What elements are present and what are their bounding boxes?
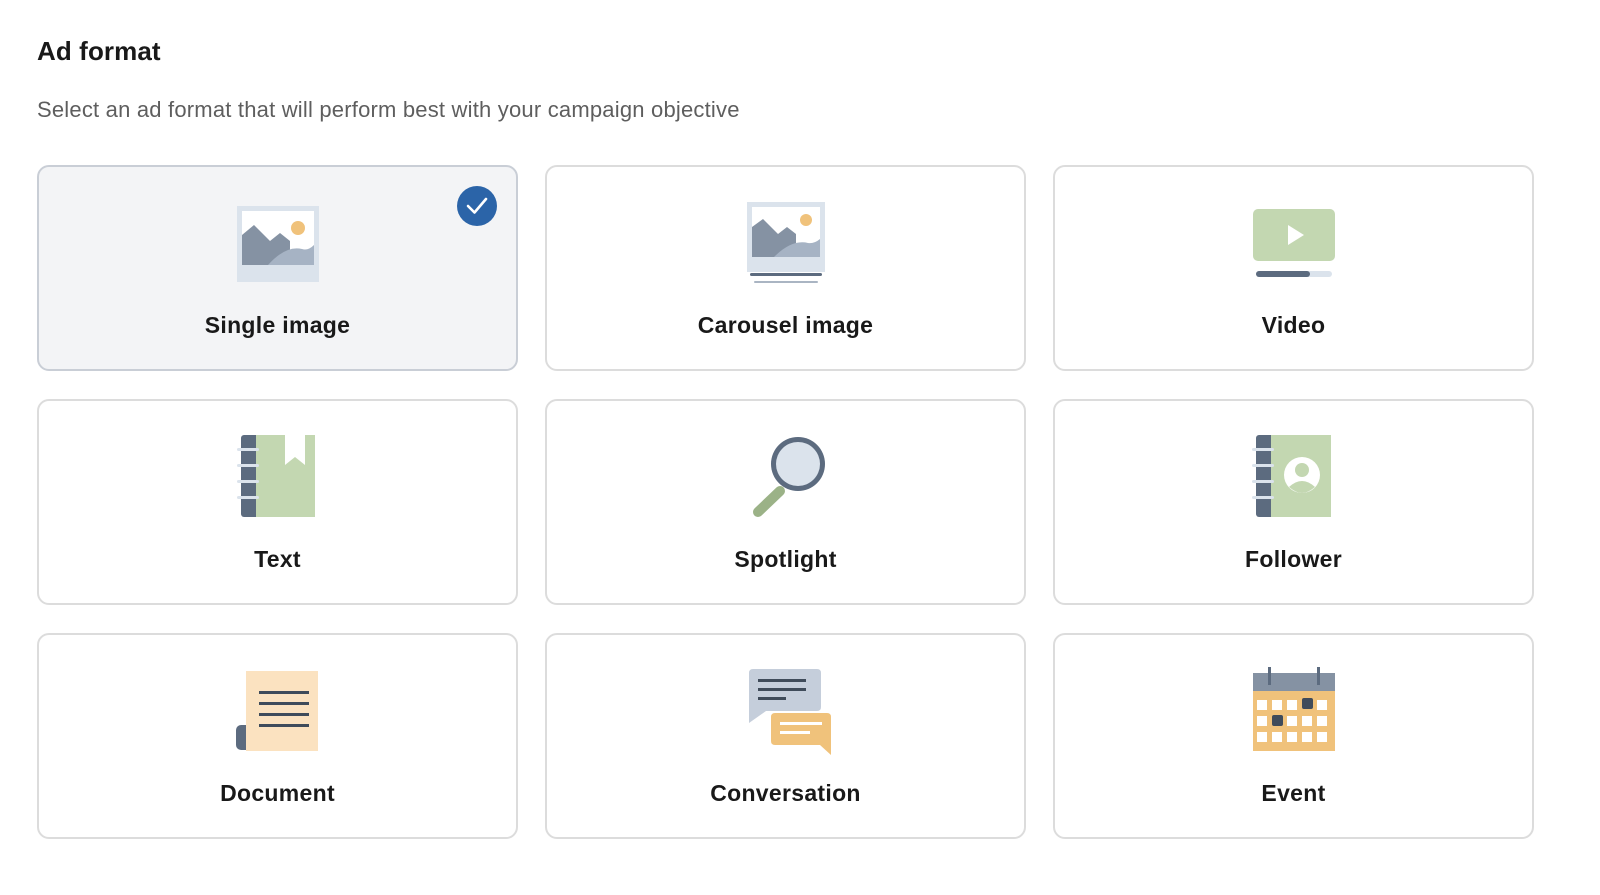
section-title: Ad format xyxy=(37,36,161,66)
carousel-image-icon xyxy=(736,197,836,293)
follower-contact-book-icon xyxy=(1244,431,1344,527)
ad-format-page: Ad format Select an ad format that will … xyxy=(0,0,1600,895)
format-card-single-image[interactable]: Single image xyxy=(37,165,518,371)
format-label: Video xyxy=(1261,312,1326,338)
format-card-event[interactable]: Event xyxy=(1053,633,1534,839)
format-card-text[interactable]: Text xyxy=(37,399,518,605)
format-card-video[interactable]: Video xyxy=(1053,165,1534,371)
magnifier-icon xyxy=(736,431,836,527)
format-card-carousel-image[interactable]: Carousel image xyxy=(545,165,1026,371)
calendar-icon xyxy=(1244,665,1344,761)
format-card-follower[interactable]: Follower xyxy=(1053,399,1534,605)
format-label: Document xyxy=(220,780,335,806)
format-label: Spotlight xyxy=(734,546,837,572)
format-card-conversation[interactable]: Conversation xyxy=(545,633,1026,839)
format-label: Text xyxy=(254,546,301,572)
format-label: Conversation xyxy=(710,780,861,806)
single-image-icon xyxy=(228,197,328,293)
text-book-icon xyxy=(228,431,328,527)
format-card-spotlight[interactable]: Spotlight xyxy=(545,399,1026,605)
format-label: Single image xyxy=(204,312,351,338)
chat-bubbles-icon xyxy=(736,665,836,761)
format-card-document[interactable]: Document xyxy=(37,633,518,839)
selected-check-icon xyxy=(457,186,497,226)
document-scroll-icon xyxy=(228,665,328,761)
format-label: Event xyxy=(1261,780,1326,806)
format-label: Carousel image xyxy=(697,312,874,338)
section-subtitle: Select an ad format that will perform be… xyxy=(37,97,740,122)
ad-format-grid: Single image Carousel image Video Text S… xyxy=(37,165,1534,839)
video-icon xyxy=(1244,197,1344,293)
format-label: Follower xyxy=(1245,546,1342,572)
